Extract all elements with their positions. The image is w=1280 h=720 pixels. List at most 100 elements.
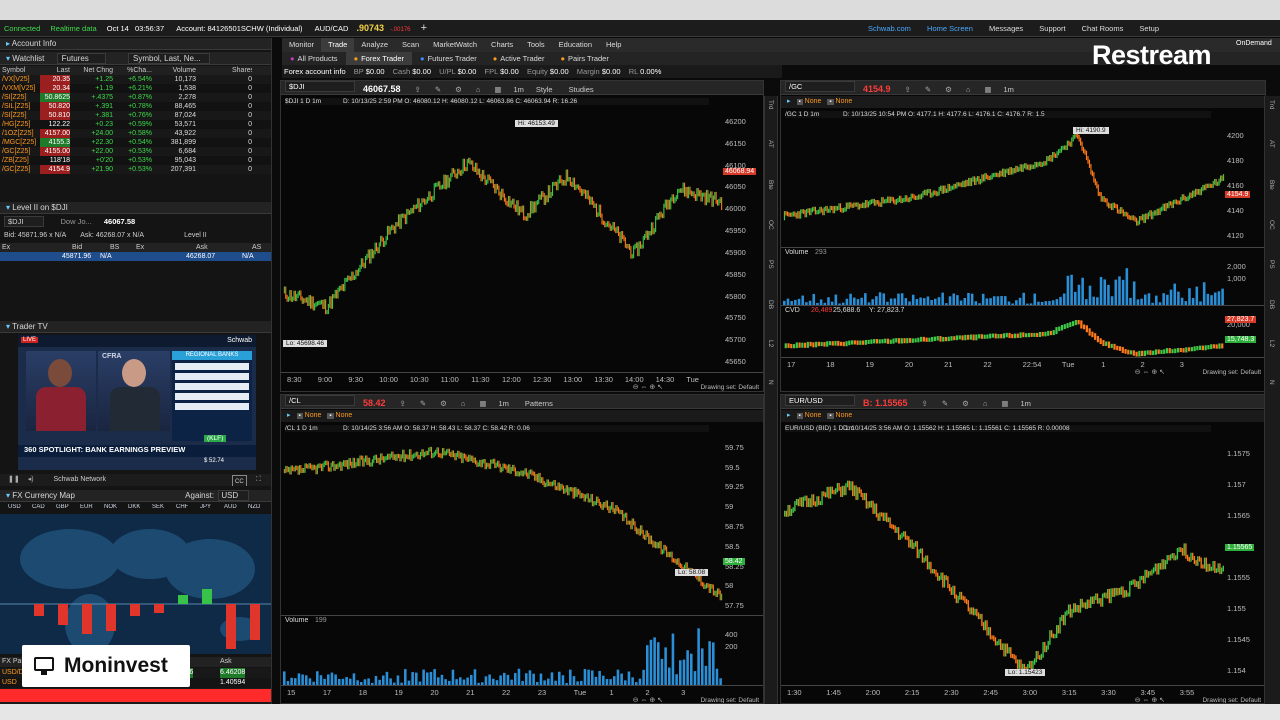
trader-tv-video[interactable]: LIVE Schwab CFRA REGIONAL BANKS 360 SPOT… [18, 335, 256, 470]
expand-icon[interactable]: ▸ [287, 412, 291, 419]
cc-button[interactable]: CC [232, 475, 247, 486]
watchlist-row[interactable]: /1OZ[Z25] 4157.00 +24.00 +0.58% 43,922 0 [0, 129, 271, 138]
expand-icon[interactable]: ▸ [787, 412, 791, 419]
link-support[interactable]: Support [1039, 24, 1065, 33]
watchlist-row[interactable]: /VX[V25] 20.35 +1.25 +6.54% 10,173 0 [0, 75, 271, 84]
toolbar-icon[interactable]: ⇪ [415, 85, 421, 94]
fx-against-select[interactable]: USD [218, 490, 250, 501]
pause-icon[interactable]: ❚❚ [8, 476, 20, 483]
ondemand-label[interactable]: OnDemand [1236, 40, 1272, 47]
timeframe-button[interactable]: 1m [498, 399, 508, 408]
wl-col-header[interactable]: Last [40, 66, 70, 75]
link-schwab[interactable]: Schwab.com [868, 24, 911, 33]
toolbar-icon[interactable]: ⚙ [440, 399, 447, 408]
account-info-header[interactable]: ▸ Account Info [0, 38, 271, 50]
fx-currency-dkk[interactable]: DKK [128, 504, 140, 510]
fx-currency-aud[interactable]: AUD [224, 504, 237, 510]
toolbar-icon[interactable]: ⇪ [905, 85, 911, 94]
menu-marketwatch[interactable]: MarketWatch [426, 38, 484, 52]
fx-currency-nok[interactable]: NOK [104, 504, 117, 510]
toolbar-icon[interactable]: ✎ [435, 85, 441, 94]
side-tab-trd[interactable]: Trd [1268, 100, 1275, 110]
toolbar-icon[interactable]: ⇪ [922, 399, 928, 408]
toolbar-icon[interactable]: ▦ [479, 399, 486, 408]
watchlist-row[interactable]: /SIL[Z25] 50.820 +.391 +0.78% 88,465 0 [0, 102, 271, 111]
price-chart[interactable] [283, 437, 723, 615]
drawing-set-label[interactable]: Drawing set: Default [700, 384, 759, 391]
fx-currency-cad[interactable]: CAD [32, 504, 45, 510]
side-tab-oc[interactable]: OC [1268, 220, 1275, 230]
link-messages[interactable]: Messages [989, 24, 1023, 33]
toolbar-icon[interactable]: ⇪ [400, 399, 406, 408]
watchlist-row[interactable]: /SI[Z25] 50.8625 +.4375 +0.87% 2,278 0 [0, 93, 271, 102]
timeframe-button[interactable]: 1m [1003, 85, 1013, 94]
watchlist-row[interactable]: /MGC[Z25] 4155.3 +22.30 +0.54% 381,899 0 [0, 138, 271, 147]
toolbar-icon[interactable]: ⌂ [461, 399, 466, 408]
side-tab-l2[interactable]: L2 [767, 340, 774, 347]
subpanel-chart[interactable] [783, 260, 1225, 306]
toolbar-icon[interactable]: ▦ [1001, 399, 1008, 408]
link-chat-rooms[interactable]: Chat Rooms [1082, 24, 1124, 33]
l2-col-header[interactable]: Ex [2, 243, 10, 252]
fx-currency-nzd[interactable]: NZD [248, 504, 260, 510]
side-tab-oc[interactable]: OC [767, 220, 774, 230]
tab-forex-trader[interactable]: ● Forex Trader [345, 52, 413, 65]
subpanel-chart[interactable] [783, 318, 1225, 358]
columns-select[interactable]: Symbol, Last, Ne... [128, 53, 210, 64]
fullscreen-icon[interactable]: ⛶ [256, 474, 261, 486]
wl-col-header[interactable]: Volume [158, 66, 196, 75]
toolbar-icon[interactable]: ⌂ [983, 399, 988, 408]
toolbar-icon[interactable]: ⚙ [962, 399, 969, 408]
wl-col-header[interactable]: Net Chng [75, 66, 113, 75]
menu-monitor[interactable]: Monitor [282, 38, 321, 52]
watchlist-row[interactable]: /GC[Z25] 4155.00 +22.00 +0.53% 6,684 0 [0, 147, 271, 156]
fx-currency-gbp[interactable]: GBP [56, 504, 69, 510]
tab-futures-trader[interactable]: ● Futures Trader [412, 52, 485, 65]
symbol-input[interactable]: EUR/USD [785, 395, 855, 406]
account-label[interactable]: Account: 84126501SCHW (Individual) [176, 24, 302, 33]
toolbar-icon[interactable]: ⚙ [455, 85, 462, 94]
l2-symbol-input[interactable]: $DJI [4, 216, 45, 227]
fx-currency-sek[interactable]: SEK [152, 504, 164, 510]
studies-button[interactable]: Studies [569, 85, 594, 94]
watchlist-row[interactable]: /ZB[Z25] 118'18 +0'20 +0.53% 95,043 0 [0, 156, 271, 165]
drawing-set-label[interactable]: Drawing set: Default [700, 697, 759, 703]
patterns-button[interactable]: Patterns [525, 399, 553, 408]
side-tab-db[interactable]: DB [1268, 300, 1275, 309]
watchlist-row[interactable]: /SI[Z25] 50.810 +.381 +0.76% 87,024 0 [0, 111, 271, 120]
zoom-controls[interactable]: ⊖ ⇔ ⊕ ↖ [633, 383, 663, 391]
side-tab-at[interactable]: AT [767, 140, 774, 148]
price-chart[interactable] [783, 437, 1225, 685]
wl-col-header[interactable]: Symbol [2, 66, 38, 75]
price-chart[interactable] [783, 123, 1225, 247]
menu-scan[interactable]: Scan [395, 38, 426, 52]
menu-trade[interactable]: Trade [321, 38, 355, 52]
wl-col-header[interactable]: Shares [232, 66, 252, 75]
timeframe-button[interactable]: 1m [514, 85, 524, 94]
zoom-controls[interactable]: ⊖ ⇔ ⊕ ↖ [1135, 368, 1165, 376]
add-icon[interactable]: + [421, 22, 427, 34]
fx-col-header[interactable]: Ask [220, 657, 232, 667]
side-tab-l2[interactable]: L2 [1268, 340, 1275, 347]
l2-col-header[interactable]: Ex [136, 243, 144, 252]
zoom-controls[interactable]: ⊖ ⇔ ⊕ ↖ [633, 696, 663, 703]
fx-currency-jpy[interactable]: JPY [200, 504, 211, 510]
side-tab-n[interactable]: N [1268, 380, 1275, 385]
side-tab-trd[interactable]: Trd [767, 100, 774, 110]
side-tab-ps[interactable]: PS [767, 260, 774, 269]
toolbar-icon[interactable]: ✎ [942, 399, 948, 408]
side-tab-db[interactable]: DB [767, 300, 774, 309]
l2-col-header[interactable]: Ask [196, 243, 208, 252]
symbol-input[interactable]: $DJI [285, 81, 355, 92]
watchlist-row[interactable]: /VXM[V25] 20.34 +1.19 +6.21% 1,538 0 [0, 84, 271, 93]
toolbar-icon[interactable]: ✎ [420, 399, 426, 408]
fx-currency-eur[interactable]: EUR [80, 504, 93, 510]
watchlist-select[interactable]: Futures [56, 53, 106, 64]
subpanel-chart[interactable] [283, 628, 723, 686]
l2-col-header[interactable]: AS [252, 243, 261, 252]
drawing-set-label[interactable]: Drawing set: Default [1202, 369, 1261, 376]
side-tab-n[interactable]: N [767, 380, 774, 385]
tab-active-trader[interactable]: ● Active Trader [485, 52, 553, 65]
price-chart[interactable] [283, 110, 723, 372]
link-home-screen[interactable]: Home Screen [927, 24, 973, 33]
